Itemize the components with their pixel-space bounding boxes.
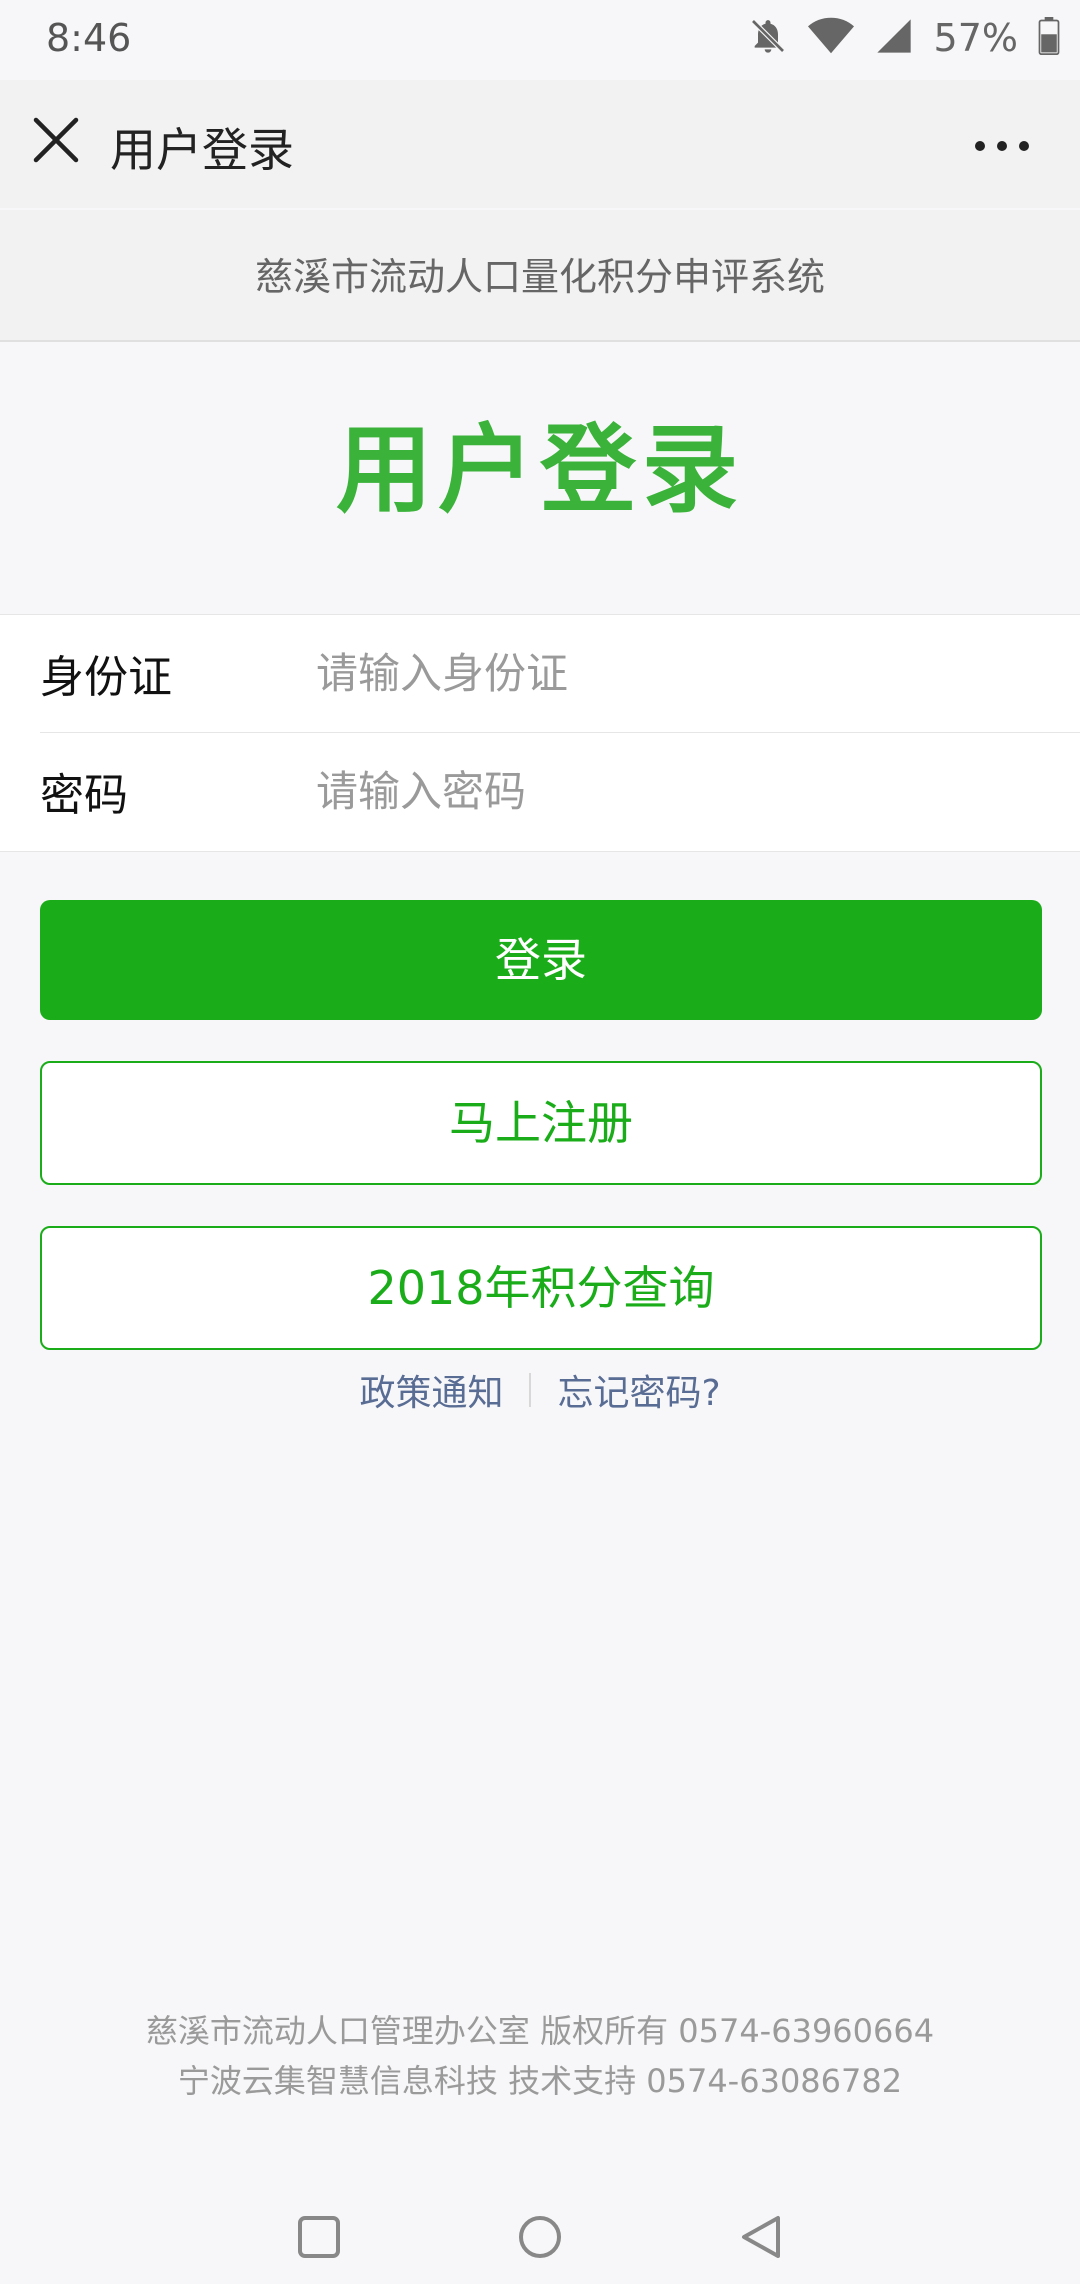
back-icon[interactable] — [742, 2216, 780, 2258]
system-nav-bar — [0, 2180, 1080, 2280]
wifi-icon — [807, 16, 854, 60]
footer: 慈溪市流动人口管理办公室 版权所有 0574-63960664 宁波云集智慧信息… — [0, 2006, 1080, 2106]
score-query-button[interactable]: 2018年积分查询 — [40, 1226, 1042, 1350]
login-heading: 用户登录 — [336, 414, 744, 526]
link-separator — [529, 1373, 532, 1407]
close-icon — [33, 117, 79, 163]
id-input[interactable] — [316, 648, 1080, 698]
more-icon — [975, 141, 1029, 151]
login-form: 身份证 密码 — [0, 614, 1080, 852]
close-button[interactable] — [28, 112, 84, 168]
register-button[interactable]: 马上注册 — [40, 1061, 1042, 1185]
password-input[interactable] — [316, 766, 1080, 816]
password-row: 密码 — [0, 733, 1080, 849]
home-icon[interactable] — [519, 2216, 561, 2258]
footer-copyright: 慈溪市流动人口管理办公室 版权所有 0574-63960664 — [145, 2012, 935, 2050]
battery-icon — [1038, 17, 1060, 59]
more-button[interactable] — [972, 116, 1032, 176]
policy-link[interactable]: 政策通知 — [359, 1364, 503, 1416]
signal-icon — [874, 16, 914, 60]
password-label: 密码 — [40, 770, 128, 821]
links-row: 政策通知 忘记密码? — [0, 1364, 1080, 1416]
recents-icon[interactable] — [298, 2216, 340, 2258]
system-title: 慈溪市流动人口量化积分申评系统 — [254, 255, 825, 299]
status-icons: 57% — [748, 16, 1060, 60]
bell-off-icon — [748, 16, 788, 60]
nav-title: 用户登录 — [110, 123, 294, 177]
login-button[interactable]: 登录 — [40, 900, 1042, 1020]
status-time: 8:46 — [46, 16, 132, 60]
forgot-password-link[interactable]: 忘记密码? — [557, 1364, 720, 1416]
battery-percent: 57% — [933, 16, 1018, 60]
id-row: 身份证 — [0, 615, 1080, 731]
id-label: 身份证 — [40, 652, 172, 703]
footer-support: 宁波云集智慧信息科技 技术支持 0574-63086782 — [177, 2062, 903, 2100]
